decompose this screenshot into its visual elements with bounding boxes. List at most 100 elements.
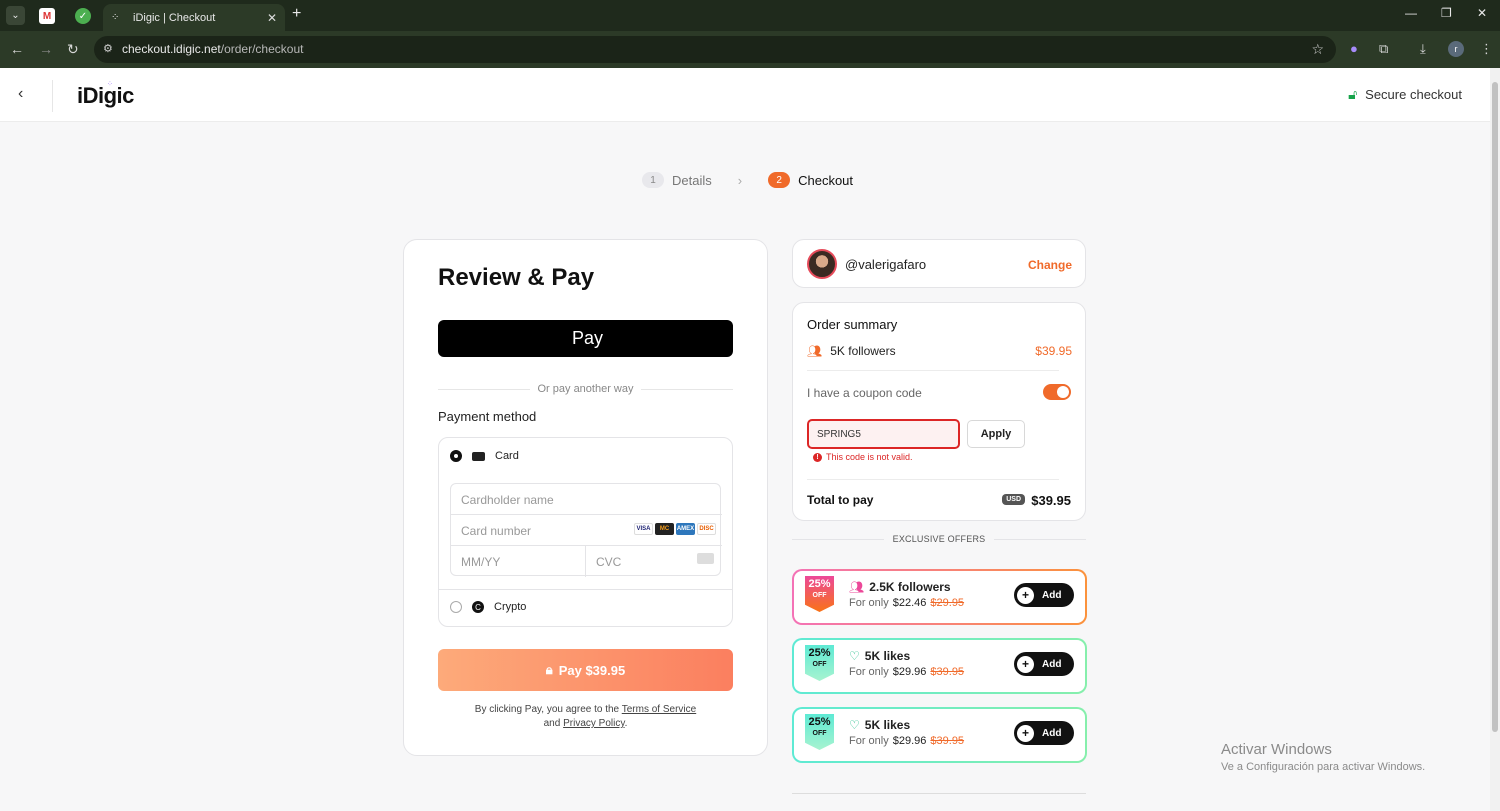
offer-price: For only $29.96 $39.95 bbox=[849, 735, 965, 747]
back-arrow-icon[interactable]: ← bbox=[10, 41, 24, 57]
card-number-field[interactable]: Card number VISA MC AMEX DISC bbox=[451, 515, 722, 546]
order-item: 👥︎ 5K followers $39.95 bbox=[807, 344, 1072, 358]
card-option[interactable]: Card bbox=[450, 450, 519, 462]
extensions-puzzle-icon[interactable]: ⧉ bbox=[1379, 41, 1388, 57]
minimize-icon[interactable]: — bbox=[1405, 6, 1417, 20]
review-pay-card: Review & Pay Pay Or pay another way Paym… bbox=[403, 239, 768, 756]
close-window-icon[interactable]: ✕ bbox=[1477, 6, 1487, 20]
windows-activation-watermark: Activar Windows Ve a Configuración para … bbox=[1221, 741, 1425, 773]
payment-method-box: Card Cardholder name Card number VISA MC… bbox=[438, 437, 733, 627]
or-divider: Or pay another way bbox=[438, 382, 733, 398]
step-checkout: Checkout bbox=[798, 172, 854, 188]
coupon-toggle[interactable] bbox=[1043, 384, 1071, 400]
order-item-label: 5K followers bbox=[830, 344, 896, 358]
apply-coupon-button[interactable]: Apply bbox=[967, 420, 1025, 448]
crypto-radio[interactable] bbox=[450, 601, 462, 613]
privacy-policy-link[interactable]: Privacy Policy bbox=[563, 718, 625, 729]
restore-icon[interactable]: ❐ bbox=[1441, 6, 1452, 20]
new-tab-icon[interactable]: + bbox=[292, 5, 301, 23]
heart-icon: ♡ bbox=[849, 718, 860, 732]
currency-badge: USD bbox=[1002, 494, 1025, 505]
order-summary-title: Order summary bbox=[807, 317, 898, 332]
more-menu-icon[interactable]: ⋮ bbox=[1480, 41, 1493, 57]
card-number-placeholder: Card number bbox=[461, 524, 532, 538]
page-title: Review & Pay bbox=[438, 264, 595, 291]
avatar bbox=[807, 249, 837, 279]
back-chevron-icon[interactable]: ‹ bbox=[18, 85, 23, 103]
step-details[interactable]: Details bbox=[672, 173, 712, 188]
cvc-card-icon bbox=[697, 553, 714, 564]
bookmark-star-icon[interactable]: ☆ bbox=[1311, 41, 1324, 58]
terms-of-service-link[interactable]: Terms of Service bbox=[622, 704, 696, 715]
step-number: 1 bbox=[642, 172, 664, 188]
change-account-link[interactable]: Change bbox=[1028, 258, 1072, 272]
add-offer-button[interactable]: + Add bbox=[1014, 721, 1074, 745]
download-icon[interactable]: ⤓ bbox=[1420, 41, 1426, 57]
step-number: 2 bbox=[768, 172, 791, 188]
tab-search-icon[interactable]: ⌄ bbox=[6, 6, 25, 25]
add-offer-button[interactable]: + Add bbox=[1014, 583, 1074, 607]
secure-checkout-indicator: 🔓︎ Secure checkout bbox=[1348, 86, 1462, 103]
visa-icon: VISA bbox=[634, 523, 653, 535]
active-tab[interactable]: ⁘ iDigic | Checkout ✕ bbox=[103, 4, 285, 31]
site-info-icon[interactable]: ⚙ bbox=[103, 42, 113, 55]
pay-button[interactable]: 🔒︎ Pay $39.95 bbox=[438, 649, 733, 691]
crypto-option[interactable]: C Crypto bbox=[450, 601, 526, 613]
tab-title: iDigic | Checkout bbox=[133, 11, 216, 24]
forward-arrow-icon[interactable]: → bbox=[39, 41, 53, 57]
offer-price: For only $29.96 $39.95 bbox=[849, 666, 965, 678]
card-radio[interactable] bbox=[450, 450, 462, 462]
error-icon: ! bbox=[813, 452, 822, 462]
terms-text: By clicking Pay, you agree to the Terms … bbox=[474, 704, 697, 729]
reload-icon[interactable]: ↻ bbox=[67, 41, 79, 58]
card-brands: VISA MC AMEX DISC bbox=[634, 523, 716, 535]
lock-icon: 🔒︎ bbox=[545, 662, 553, 677]
offer-name: 👥︎ 2.5K followers bbox=[849, 580, 951, 594]
mastercard-icon: MC bbox=[655, 523, 674, 535]
discover-icon: DISC bbox=[697, 523, 716, 535]
profile-avatar[interactable]: r bbox=[1448, 41, 1464, 57]
card-label: Card bbox=[495, 450, 519, 462]
browser-toolbar: ← → ↻ ⚙ checkout.idigic.net/order/checko… bbox=[0, 31, 1500, 68]
header-divider bbox=[52, 80, 53, 112]
idigic-logo[interactable]: iDigic bbox=[77, 83, 134, 109]
checkout-stepper: 1 Details › 2 Checkout bbox=[642, 172, 853, 188]
watermark-subtitle: Ve a Configuración para activar Windows. bbox=[1221, 761, 1426, 773]
expiry-field[interactable]: MM/YY bbox=[451, 546, 585, 577]
close-tab-icon[interactable]: ✕ bbox=[267, 11, 277, 25]
crypto-coin-icon: C bbox=[472, 601, 484, 613]
extension-icon[interactable]: ● bbox=[1350, 41, 1358, 56]
gmail-tab-icon[interactable]: M bbox=[39, 8, 55, 24]
apple-pay-button[interactable]: Pay bbox=[438, 320, 733, 357]
pay-button-label: Pay $39.95 bbox=[558, 662, 626, 678]
followers-icon: 👥︎ bbox=[807, 344, 823, 358]
add-offer-button[interactable]: + Add bbox=[1014, 652, 1074, 676]
pinned-tab-icon[interactable]: ✓ bbox=[75, 8, 91, 24]
order-item-price: $39.95 bbox=[1035, 344, 1072, 358]
scrollbar-thumb[interactable] bbox=[1492, 82, 1498, 732]
coupon-input[interactable] bbox=[807, 419, 960, 449]
secure-checkout-label: Secure checkout bbox=[1365, 87, 1462, 102]
offer-name: ♡ 5K likes bbox=[849, 718, 911, 732]
total-label: Total to pay bbox=[807, 493, 874, 507]
total-value: $39.95 bbox=[1031, 493, 1071, 508]
expiry-placeholder: MM/YY bbox=[461, 555, 501, 569]
apple-pay-label: Pay bbox=[571, 328, 604, 348]
coupon-error-text: This code is not valid. bbox=[826, 452, 913, 462]
cardholder-name-field[interactable]: Cardholder name bbox=[451, 484, 722, 515]
coupon-label: I have a coupon code bbox=[807, 386, 922, 400]
checkout-page: ‹ iDigic ⁘ 🔓︎ Secure checkout 1 Details … bbox=[0, 68, 1490, 811]
discount-badge: 25% OFF bbox=[805, 714, 834, 750]
discount-badge: 25% OFF bbox=[805, 576, 834, 612]
account-card: @valerigafaro Change bbox=[792, 239, 1086, 288]
offer-card: 25% OFF ♡ 5K likes For only $29.96 $39.95 +… bbox=[792, 707, 1087, 763]
payment-method-label: Payment method bbox=[438, 409, 537, 424]
address-bar[interactable]: ⚙ checkout.idigic.net/order/checkout ☆ bbox=[94, 36, 1336, 63]
offer-card: 25% OFF ♡ 5K likes For only $29.96 $39.95 +… bbox=[792, 638, 1087, 694]
page-scrollbar[interactable] bbox=[1490, 68, 1500, 811]
plus-icon: + bbox=[1017, 724, 1034, 742]
plus-icon: + bbox=[1017, 586, 1034, 604]
followers-icon: 👥︎ bbox=[849, 580, 865, 594]
crypto-label: Crypto bbox=[494, 601, 527, 613]
offer-card: 25% OFF 👥︎ 2.5K followers For only $22.46 $… bbox=[792, 569, 1087, 625]
